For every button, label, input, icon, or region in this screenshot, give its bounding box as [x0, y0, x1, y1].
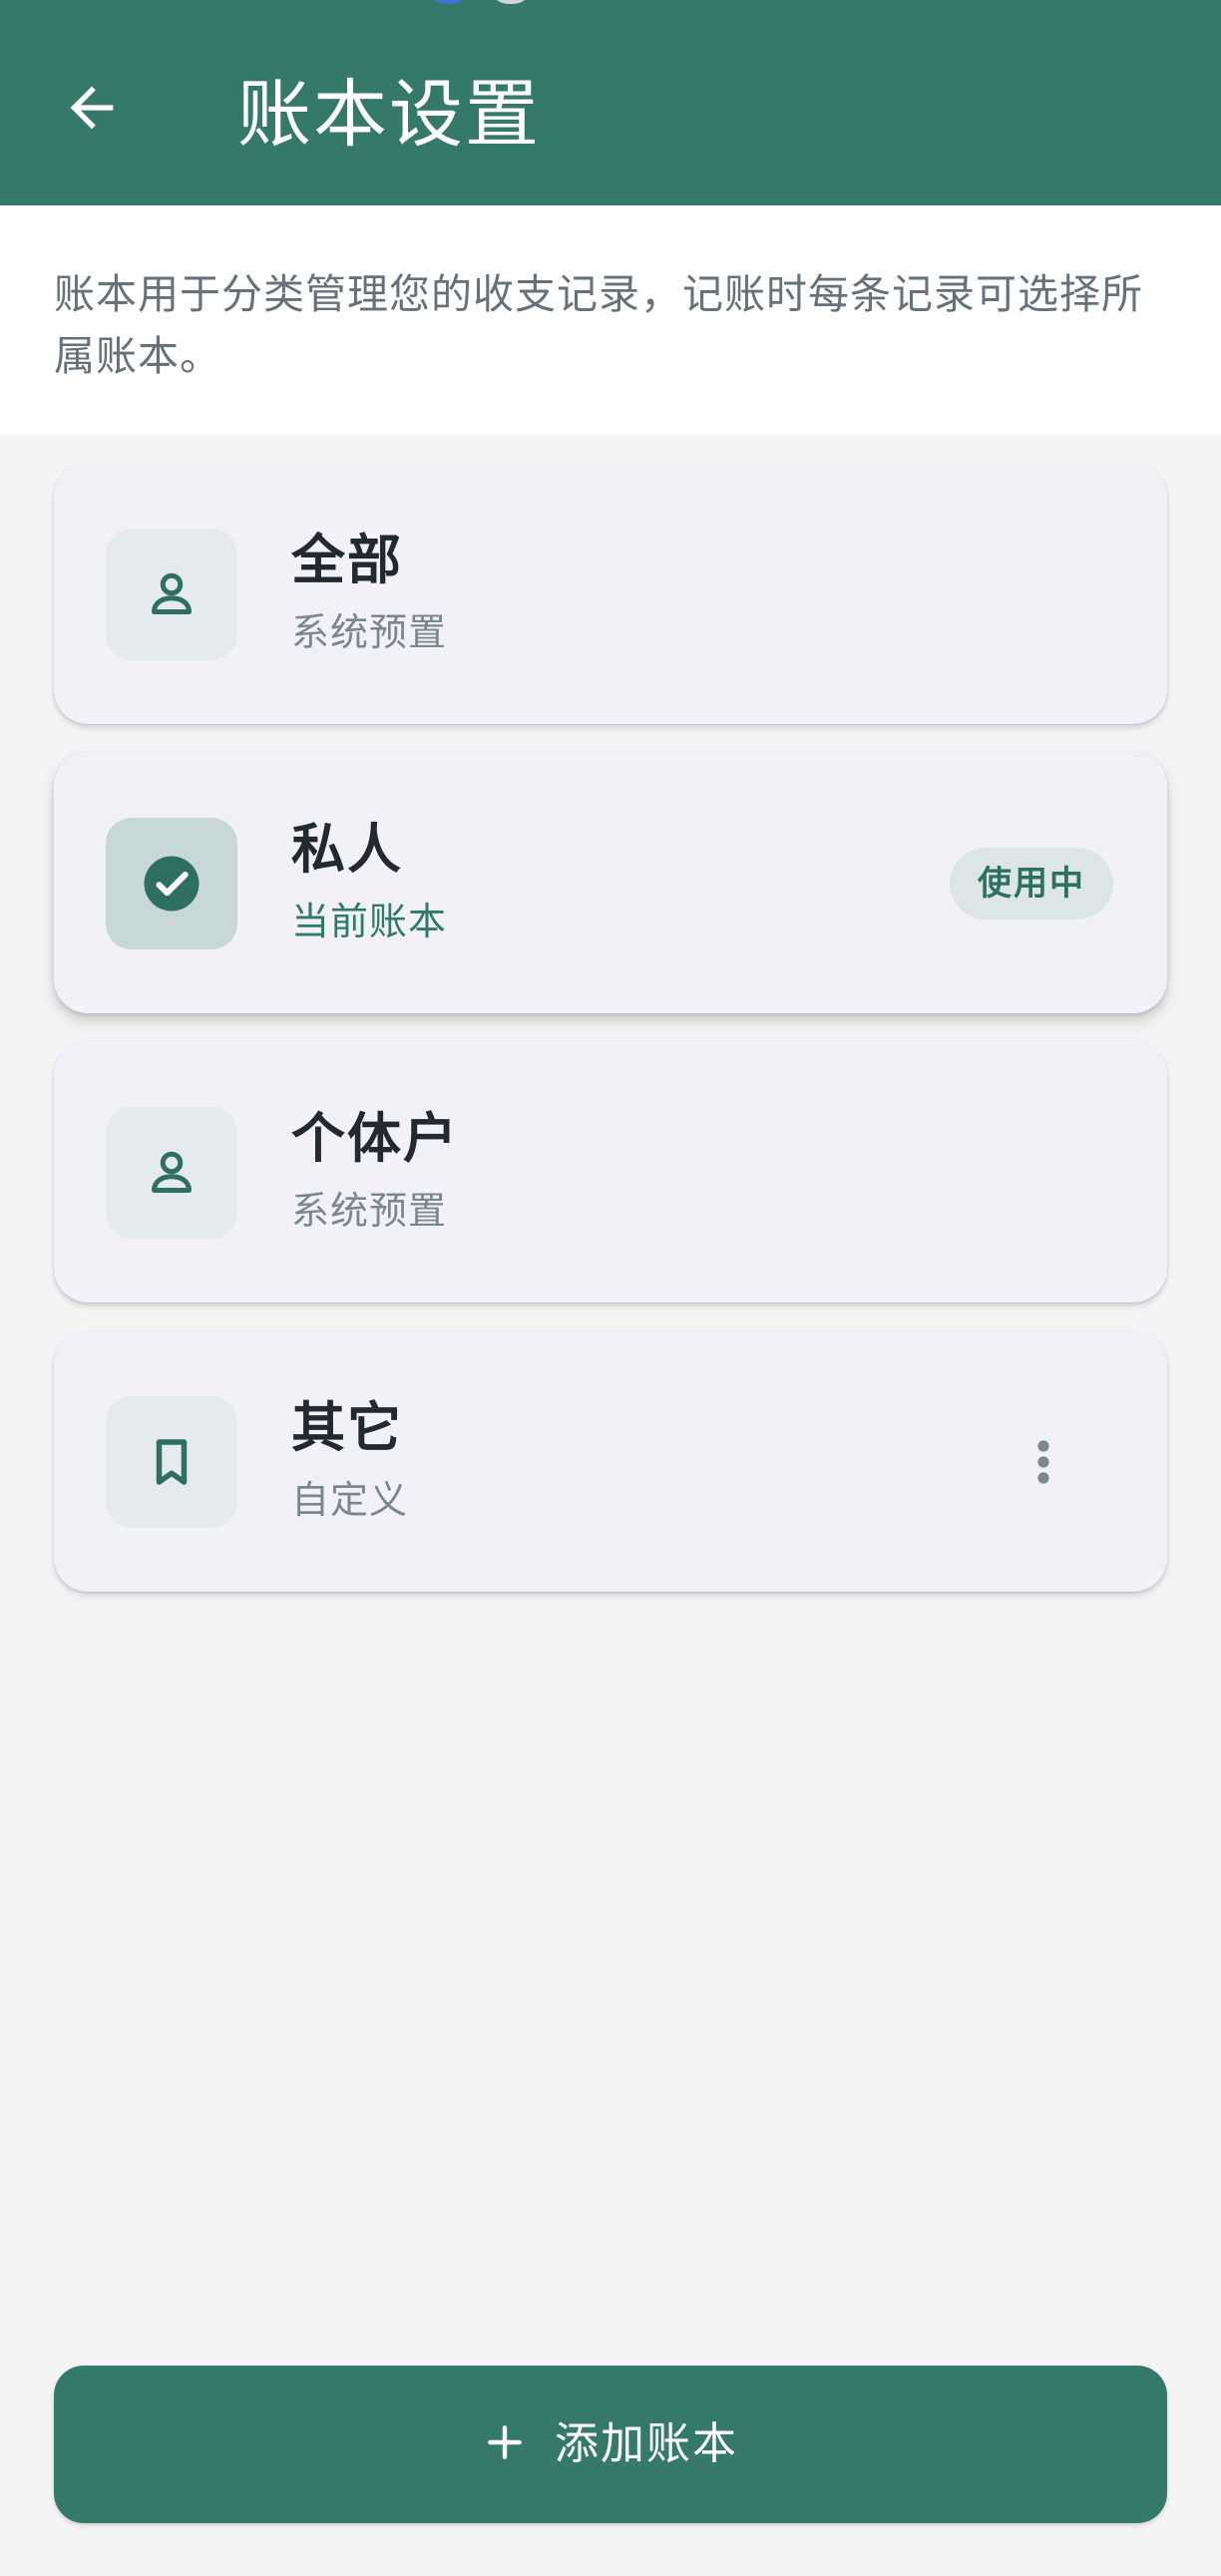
person-icon [152, 1151, 192, 1193]
description-section: 账本用于分类管理您的收支记录，记账时每条记录可选择所属账本。 [0, 205, 1221, 435]
description-text: 账本用于分类管理您的收支记录，记账时每条记录可选择所属账本。 [54, 270, 1143, 380]
account-name: 私人 [291, 818, 403, 881]
account-card-individual[interactable]: 个体户 系统预置 [54, 1041, 1167, 1302]
arrow-left-icon [70, 86, 114, 130]
add-account-label: 添加账本 [555, 2418, 738, 2469]
page-title: 账本设置 [237, 72, 541, 158]
account-subtitle: 系统预置 [291, 1189, 448, 1233]
check-circle-icon [144, 856, 200, 912]
account-list: 全部 系统预置 私人 当前账本 使用中 个体户 系统预置 其它 自定义 [54, 463, 1167, 1620]
top-app-bar: 账本设置 [0, 0, 1221, 205]
account-subtitle: 自定义 [291, 1478, 409, 1522]
status-bar-indicators [427, 0, 547, 4]
in-use-badge: 使用中 [950, 848, 1113, 920]
account-name: 其它 [291, 1396, 403, 1459]
account-more-button[interactable] [1014, 1426, 1073, 1498]
person-icon [152, 572, 192, 614]
status-dot-gray [489, 0, 533, 4]
account-name: 全部 [291, 529, 403, 591]
account-icon-box [106, 529, 237, 660]
bookmark-icon [156, 1439, 188, 1485]
add-account-button[interactable]: 添加账本 [54, 2366, 1167, 2523]
account-icon-box [106, 1396, 237, 1528]
plus-icon [483, 2420, 527, 2468]
account-card-private[interactable]: 私人 当前账本 使用中 [54, 752, 1167, 1013]
more-vertical-icon [1037, 1440, 1049, 1484]
account-icon-box [106, 818, 237, 949]
account-icon-box [106, 1107, 237, 1239]
account-card-other[interactable]: 其它 自定义 [54, 1330, 1167, 1592]
account-subtitle: 当前账本 [291, 900, 448, 943]
account-card-all[interactable]: 全部 系统预置 [54, 463, 1167, 724]
account-subtitle: 系统预置 [291, 610, 448, 654]
status-dot-blue [427, 0, 471, 4]
account-name: 个体户 [291, 1107, 459, 1170]
back-button[interactable] [44, 60, 140, 156]
